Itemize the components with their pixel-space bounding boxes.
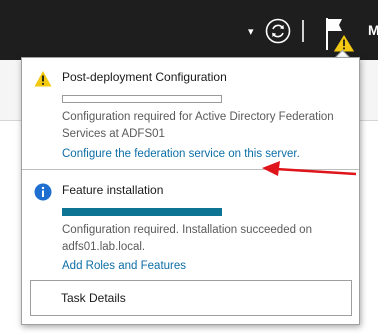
progress-fill: [63, 209, 221, 215]
notification-message: Configuration required for Active Direct…: [62, 111, 334, 140]
add-roles-features-link[interactable]: Add Roles and Features: [62, 260, 186, 272]
notification-title: Feature installation: [62, 183, 164, 197]
notification-message: Configuration required. Installation suc…: [62, 224, 312, 253]
progress-bar: [62, 208, 222, 216]
annotation-arrow: [262, 161, 357, 176]
toolbar-separator: [302, 20, 304, 42]
notification-title: Post-deployment Configuration: [62, 70, 227, 84]
notification-post-deployment: Post-deployment Configuration Configurat…: [22, 58, 359, 170]
info-icon: [34, 183, 52, 201]
notifications-popup: Post-deployment Configuration Configurat…: [21, 57, 360, 325]
notification-feature-installation: Feature installation Configuration requi…: [22, 171, 359, 281]
server-manager-topbar: ▾ M: [0, 0, 378, 60]
dropdown-arrow-icon[interactable]: ▾: [248, 25, 254, 38]
task-details-label: Task Details: [61, 291, 126, 305]
notification-flag-icon[interactable]: [322, 14, 356, 54]
configure-federation-link[interactable]: Configure the federation service on this…: [62, 148, 300, 160]
progress-bar: [62, 95, 222, 103]
task-details-button[interactable]: Task Details: [30, 280, 352, 316]
warning-icon: [34, 71, 52, 87]
user-menu-label[interactable]: M: [368, 22, 378, 38]
refresh-icon[interactable]: [265, 18, 291, 44]
warning-icon: [332, 33, 356, 53]
